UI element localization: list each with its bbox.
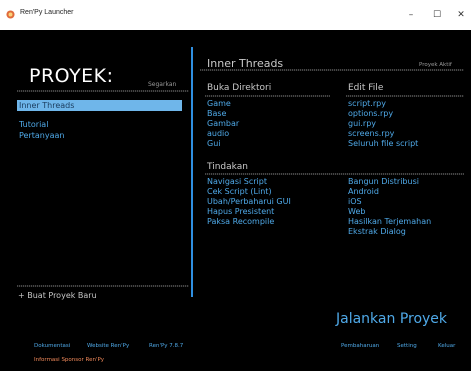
open-directory-list: Game Base Gambar audio Gui [207,99,239,149]
close-icon: ✕ [457,10,465,20]
generate-translations-link[interactable]: Hasilkan Terjemahan [348,217,431,227]
window-title: Ren'Py Launcher [20,9,74,16]
web-link[interactable]: Web [348,207,431,217]
extract-dialogue-link[interactable]: Ekstrak Dialog [348,227,431,237]
edit-file-heading: Edit File [348,83,384,93]
ios-link[interactable]: iOS [348,197,431,207]
launcher-main: PROYEK: Segarkan Inner Threads Tutorial … [0,30,471,371]
divider [346,95,464,97]
actions-right-list: Bangun Distribusi Android iOS Web Hasilk… [348,177,431,237]
new-project-button[interactable]: + Buat Proyek Baru [18,291,97,300]
launch-project-button[interactable]: Jalankan Proyek [336,311,447,327]
change-gui-link[interactable]: Ubah/Perbaharui GUI [207,197,291,207]
edit-script-link[interactable]: script.rpy [348,99,418,109]
divider [200,69,464,71]
open-game-dir-link[interactable]: Game [207,99,239,109]
edit-file-list: script.rpy options.rpy gui.rpy screens.r… [348,99,418,149]
version-link[interactable]: Ren'Py 7.8.7 [149,343,183,349]
project-item-pertanyaan[interactable]: Pertanyaan [17,130,189,141]
update-link[interactable]: Pembaharuan [341,343,379,349]
edit-gui-link[interactable]: gui.rpy [348,119,418,129]
android-link[interactable]: Android [348,187,431,197]
divider [17,90,189,92]
project-item-inner-threads[interactable]: Inner Threads [17,100,182,111]
divider [205,95,330,97]
open-images-dir-link[interactable]: Gambar [207,119,239,129]
renpy-icon [6,10,15,19]
actions-heading: Tindakan [207,162,248,172]
refresh-button[interactable]: Segarkan [148,81,176,88]
navigate-script-link[interactable]: Navigasi Script [207,177,291,187]
divider [205,173,464,175]
minimize-icon: – [408,10,414,20]
active-project-label: Proyek Aktif [419,62,452,68]
projects-heading: PROYEK: [29,65,114,87]
check-script-link[interactable]: Cek Script (Lint) [207,187,291,197]
project-list: Inner Threads Tutorial Pertanyaan [17,100,189,141]
divider [17,285,189,287]
project-item-tutorial[interactable]: Tutorial [17,119,189,130]
edit-options-link[interactable]: options.rpy [348,109,418,119]
edit-screens-link[interactable]: screens.rpy [348,129,418,139]
website-link[interactable]: Website Ren'Py [87,343,129,349]
panel-divider [191,47,193,297]
actions-left-list: Navigasi Script Cek Script (Lint) Ubah/P… [207,177,291,227]
maximize-icon: ☐ [432,10,442,20]
close-button[interactable]: ✕ [446,0,471,30]
open-base-dir-link[interactable]: Base [207,109,239,119]
open-gui-dir-link[interactable]: Gui [207,139,239,149]
edit-all-scripts-link[interactable]: Seluruh file script [348,139,418,149]
delete-persistent-link[interactable]: Hapus Presistent [207,207,291,217]
build-distributions-link[interactable]: Bangun Distribusi [348,177,431,187]
force-recompile-link[interactable]: Paksa Recompile [207,217,291,227]
open-audio-dir-link[interactable]: audio [207,129,239,139]
sponsor-link[interactable]: Informasi Sponsor Ren'Py [34,357,104,363]
open-directory-heading: Buka Direktori [207,83,272,93]
documentation-link[interactable]: Dokumentasi [34,343,70,349]
quit-link[interactable]: Keluar [438,343,455,349]
window-titlebar: Ren'Py Launcher – ☐ ✕ [0,0,471,30]
settings-link[interactable]: Setting [397,343,417,349]
